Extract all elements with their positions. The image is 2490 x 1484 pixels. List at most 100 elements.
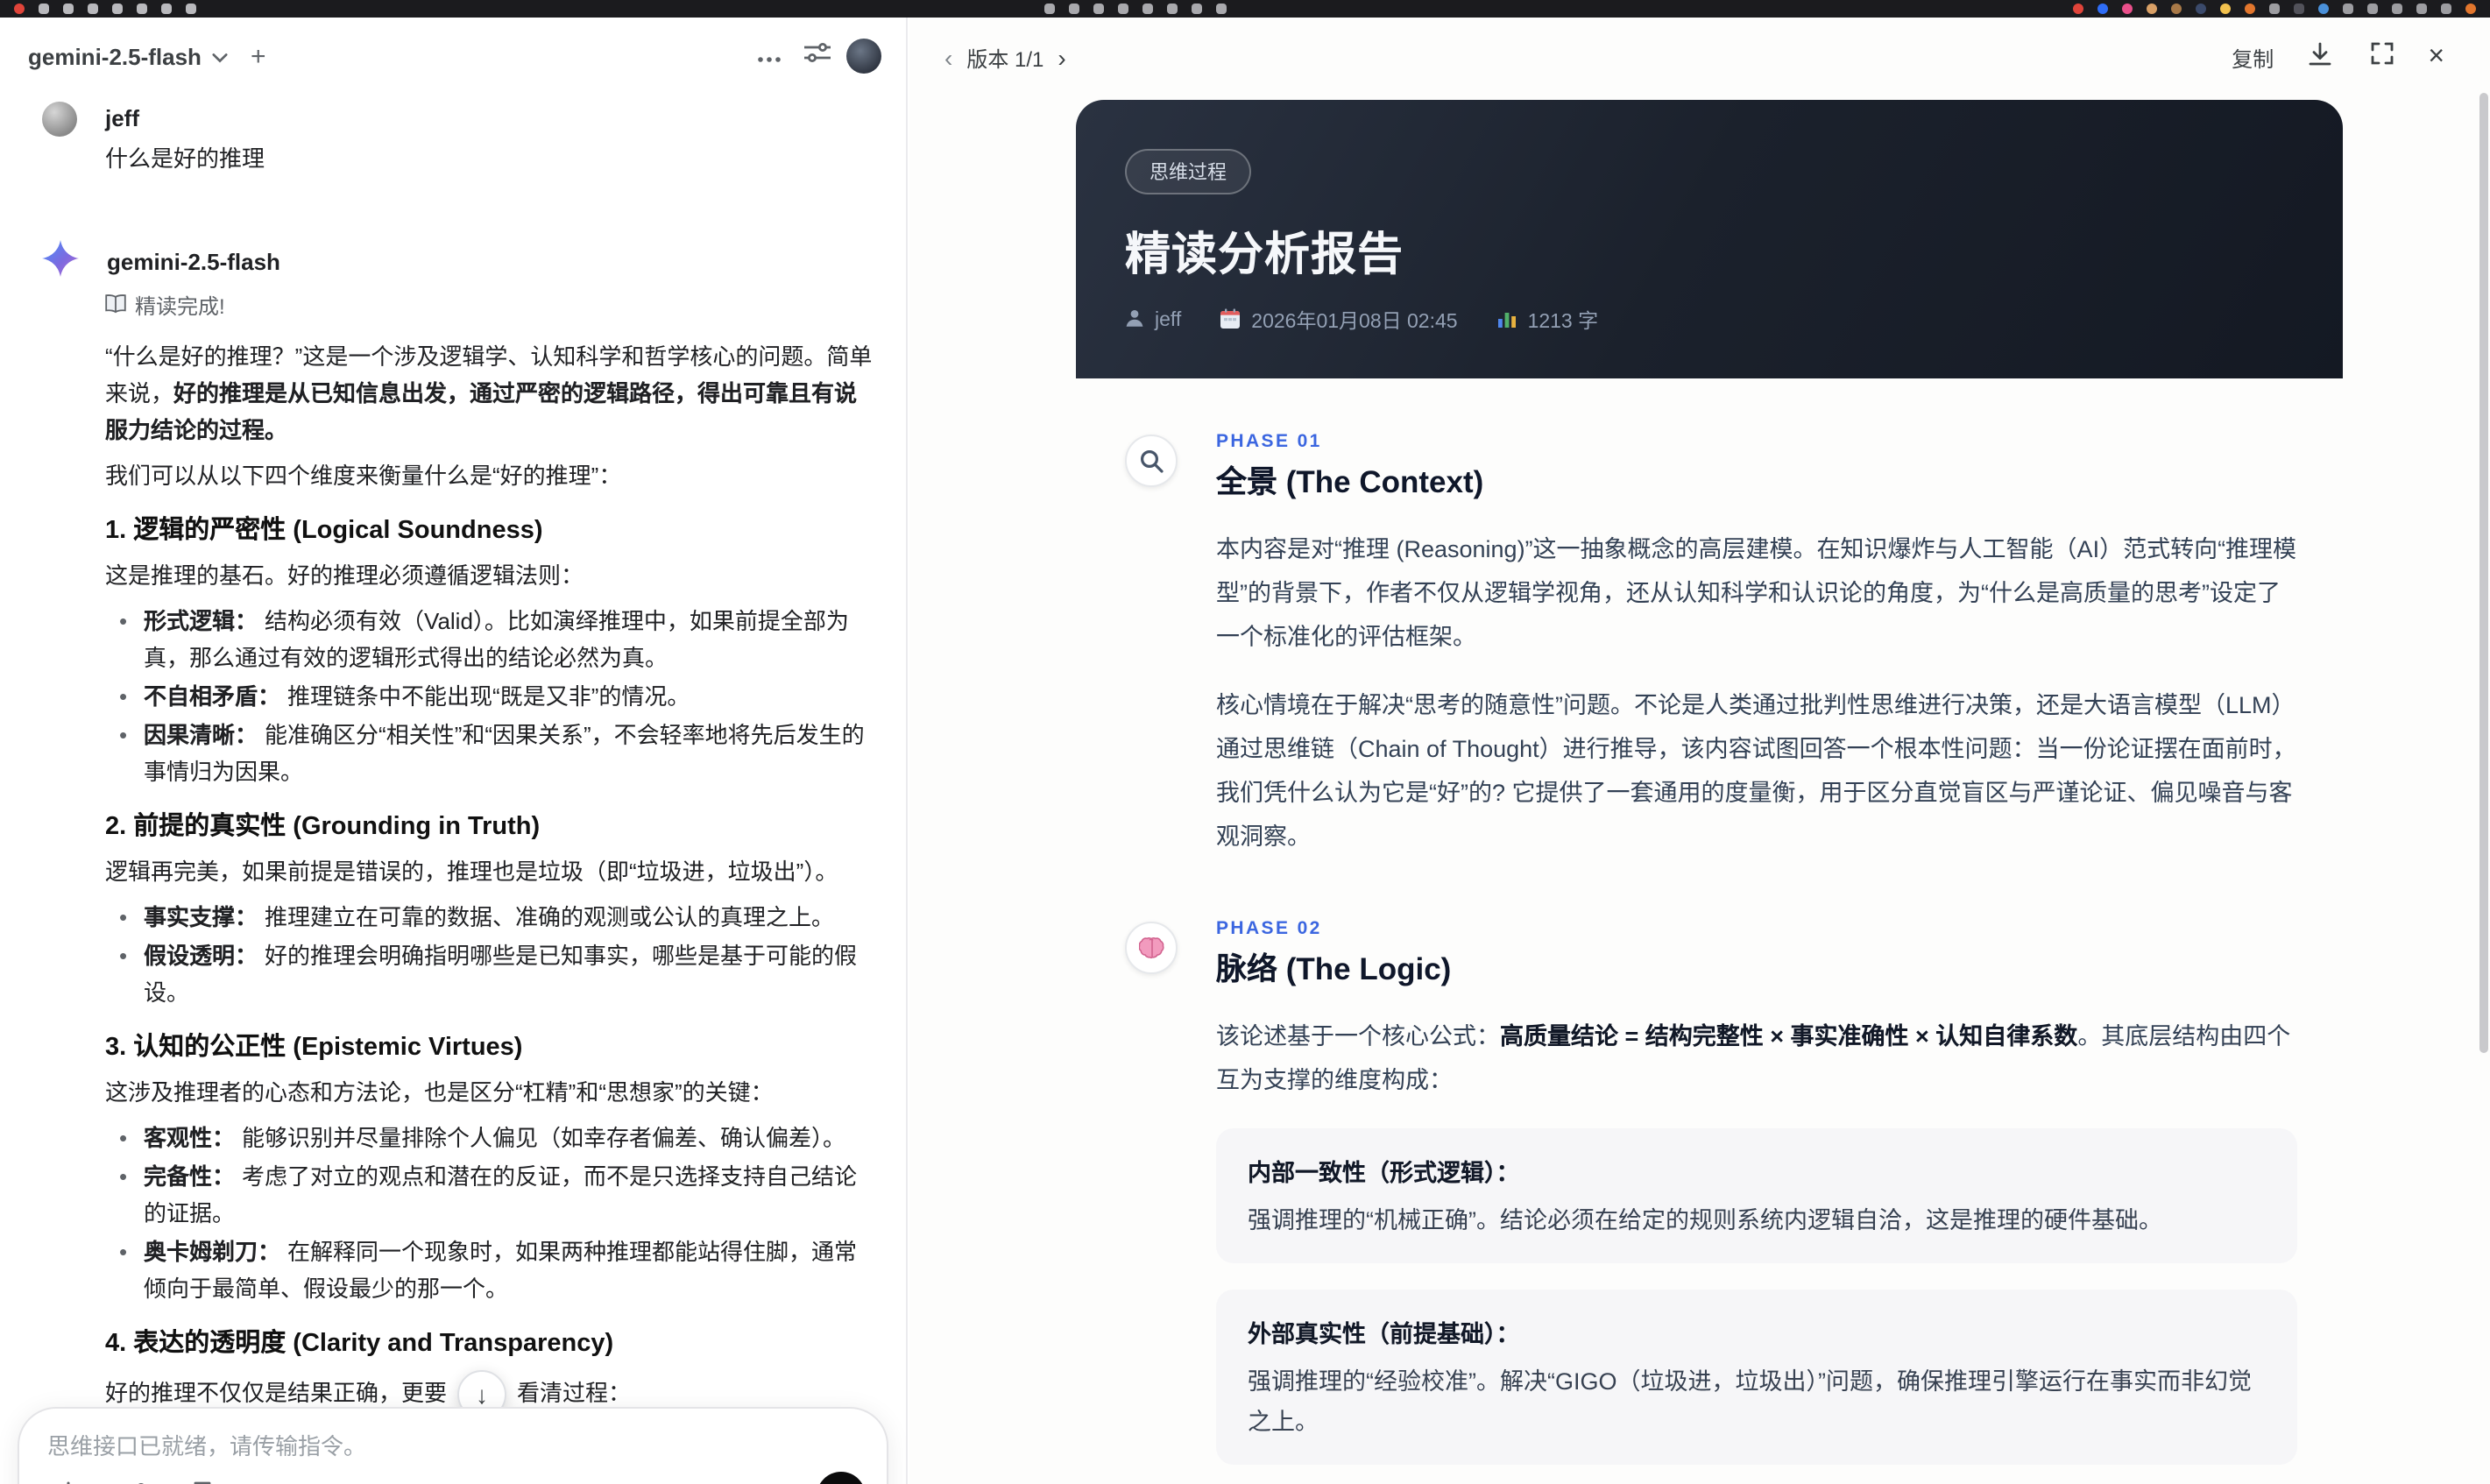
user-message-text: 什么是好的推理: [105, 145, 265, 172]
bullet-list: 客观性：能够识别并尽量排除个人偏见（如幸存者偏差、确认偏差）。 完备性：考虑了对…: [105, 1120, 874, 1307]
camera-icon[interactable]: [39, 4, 49, 14]
cloud-icon[interactable]: [1166, 4, 1177, 14]
gear-icon[interactable]: [2269, 4, 2280, 14]
bookmark-icon: [192, 1480, 211, 1484]
user-avatar: [42, 102, 77, 137]
download-icon: [2307, 41, 2331, 74]
battery-icon[interactable]: [2367, 4, 2378, 14]
phase-1-section: PHASE 01 全景 (The Context) 本内容是对“推理 (Reas…: [1076, 431, 2343, 859]
new-chat-button[interactable]: +: [251, 43, 266, 69]
app-pink-icon[interactable]: [2122, 4, 2133, 14]
paragraph: “什么是好的推理？”这是一个涉及逻辑学、认知科学和哲学核心的问题。简单来说，好的…: [105, 343, 873, 443]
assistant-content: “什么是好的推理？”这是一个涉及逻辑学、认知科学和哲学核心的问题。简单来说，好的…: [105, 338, 874, 1484]
arrow-icon[interactable]: [1191, 4, 1201, 14]
link-icon[interactable]: [1093, 4, 1103, 14]
wifi-icon[interactable]: [2392, 4, 2402, 14]
app-yellow-icon[interactable]: [2220, 4, 2231, 14]
assistant-status: 精读完成!: [105, 291, 874, 321]
account-avatar[interactable]: [846, 39, 881, 74]
tools-button[interactable]: [117, 1479, 152, 1484]
list-icon[interactable]: [88, 4, 98, 14]
tune-button[interactable]: [799, 39, 834, 74]
artifact-actions: 复制 ×: [2232, 40, 2444, 75]
version-next-button[interactable]: ›: [1058, 46, 1065, 70]
app-navy-icon[interactable]: [2196, 4, 2206, 14]
record-dot-icon[interactable]: [14, 4, 25, 14]
menubar-center-group: [1043, 4, 1226, 14]
list-item: 事实支撑：推理建立在可靠的数据、准确的观测或公认的真理之上。: [105, 899, 874, 936]
app-window: gemini-2.5-flash + jeff 什么是好的推理 gemini-2…: [0, 18, 2490, 1484]
phase-1-label: PHASE 01: [1216, 431, 1322, 452]
window-icon[interactable]: [137, 4, 147, 14]
doc-icon[interactable]: [161, 4, 172, 14]
phase-2-intro: 该论述基于一个核心公式：高质量结论 = 结构完整性 × 事实准确性 × 认知自律…: [1216, 1023, 2291, 1093]
pen-icon[interactable]: [112, 4, 123, 14]
control-center-icon[interactable]: [2441, 4, 2451, 14]
list-item: 客观性：能够识别并尽量排除个人偏见（如幸存者偏差、确认偏差）。: [105, 1120, 874, 1156]
list-item: 因果清晰：能准确区分“相关性”和“因果关系”，不会轻率地将先后发生的事情归为因果…: [105, 717, 874, 790]
app-tan-icon[interactable]: [2147, 4, 2157, 14]
expand-button[interactable]: [2365, 40, 2400, 75]
composer-input[interactable]: [47, 1433, 828, 1459]
more-options-button[interactable]: [752, 39, 787, 74]
app-orange-icon[interactable]: [2245, 4, 2255, 14]
clip-icon[interactable]: [186, 4, 196, 14]
paragraph: 这是推理的基石。好的推理必须遵循逻辑法则：: [105, 562, 584, 589]
report-author: jeff: [1125, 308, 1181, 333]
bar-chart-icon: [1496, 307, 1517, 334]
list-item: 形式逻辑：结构必须有效（Valid）。比如演绎推理中，如果前提全部为真，那么通过…: [105, 603, 874, 676]
paragraph: 这涉及推理者的心态和方法论，也是区分“杠精”和“思想家”的关键：: [105, 1079, 774, 1106]
assistant-header: gemini-2.5-flash: [42, 240, 874, 286]
assistant-message: gemini-2.5-flash 精读完成! “什么是好的推理？”这是一个涉及逻…: [42, 240, 874, 1484]
list-item: 不自相矛盾：推理链条中不能出现“既是又非”的情况。: [105, 678, 874, 715]
logic-card-title: 外部真实性（前提基础）：: [1248, 1321, 1520, 1347]
eye-icon[interactable]: [1117, 4, 1128, 14]
menu-bar: [0, 0, 2490, 18]
logic-card-1: 内部一致性（形式逻辑）： 强调推理的“机械正确”。结论必须在给定的规则系统内逻辑…: [1216, 1128, 2297, 1263]
desktop: gemini-2.5-flash + jeff 什么是好的推理 gemini-2…: [0, 0, 2490, 1484]
report-date: 2026年01月08日 02:45: [1220, 307, 1458, 335]
attach-button[interactable]: [51, 1479, 86, 1484]
magnifier-icon: [1125, 435, 1178, 487]
app-brown-icon[interactable]: [2171, 4, 2182, 14]
folder-icon[interactable]: [1215, 4, 1226, 14]
report-body: PHASE 01 全景 (The Context) 本内容是对“推理 (Reas…: [1076, 378, 2343, 1484]
gemini-star-icon: [42, 240, 79, 286]
app-orange2-icon[interactable]: [2465, 4, 2476, 14]
window-scrollbar[interactable]: [2479, 93, 2488, 1053]
copy-button[interactable]: 复制: [2232, 43, 2274, 73]
app-blue-icon[interactable]: [2097, 4, 2108, 14]
report-title: 精读分析报告: [1125, 228, 1404, 280]
version-prev-button[interactable]: ‹: [944, 46, 952, 70]
grid-icon[interactable]: [63, 4, 74, 14]
bullet-list: 形式逻辑：结构必须有效（Valid）。比如演绎推理中，如果前提全部为真，那么通过…: [105, 603, 874, 790]
book-icon: [105, 293, 126, 318]
chat-panel: gemini-2.5-flash + jeff 什么是好的推理 gemini-2…: [0, 18, 908, 1484]
calendar-icon: [1220, 307, 1241, 334]
composer: [18, 1407, 888, 1484]
voice-input-button[interactable]: [817, 1472, 866, 1484]
layout-icon[interactable]: [1043, 4, 1054, 14]
more-dots-icon: [757, 40, 782, 72]
chat-message-list[interactable]: jeff 什么是好的推理 gemini-2.5-flash 精读完成! “什么是…: [0, 95, 906, 1484]
app-dark-icon[interactable]: [2294, 4, 2304, 14]
menubar-left-group: [14, 4, 196, 14]
report-wordcount: 1213 字: [1496, 307, 1598, 335]
model-selector[interactable]: gemini-2.5-flash: [28, 40, 228, 72]
columns-icon[interactable]: [1068, 4, 1079, 14]
phase-1-paragraph: 核心情境在于解决“思考的随意性”问题。不论是人类通过批判性思维进行决策，还是大语…: [1216, 692, 2296, 850]
section-heading-1: 1. 逻辑的严密性 (Logical Soundness): [105, 517, 543, 545]
display-icon[interactable]: [2343, 4, 2353, 14]
close-button[interactable]: ×: [2428, 43, 2444, 72]
app-red-icon[interactable]: [2073, 4, 2083, 14]
download-button[interactable]: [2302, 40, 2337, 75]
section-heading-2: 2. 前提的真实性 (Grounding in Truth): [105, 813, 541, 841]
artifact-card: 思维过程 精读分析报告 jeff 2026年01月08日 02:45 1213 …: [1076, 100, 2343, 1484]
search-icon[interactable]: [2416, 4, 2427, 14]
clock-icon[interactable]: [1142, 4, 1152, 14]
user-message: jeff 什么是好的推理: [42, 102, 874, 177]
app-blue2-icon[interactable]: [2318, 4, 2329, 14]
bookmark-button[interactable]: [184, 1479, 219, 1484]
bullet-list: 事实支撑：推理建立在可靠的数据、准确的观测或公认的真理之上。 假设透明：好的推理…: [105, 899, 874, 1011]
tools-icon: [122, 1480, 148, 1484]
